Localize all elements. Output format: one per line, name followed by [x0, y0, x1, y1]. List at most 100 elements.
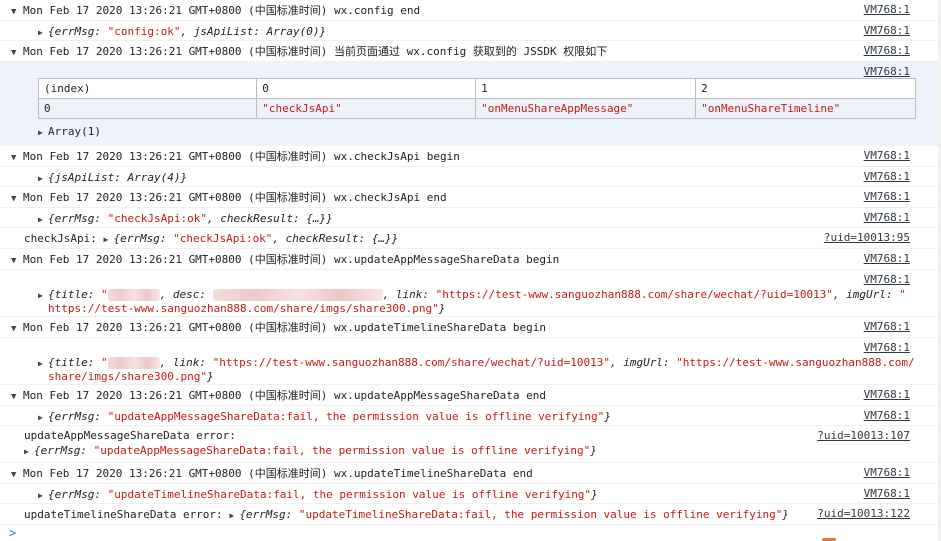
console-row-obj2: VM768:1 ▶ {title: ", desc: , link: "https:…	[0, 270, 941, 317]
array-label: Array(1)	[48, 125, 101, 138]
group-line[interactable]: ▼ Mon Feb 17 2020 13:26:21 GMT+0800 (中国标准…	[11, 253, 559, 268]
table-cell: "checkJsApi"	[256, 98, 477, 119]
object-line[interactable]: ▶ {errMsg: "config:ok", jsApiList: Array(…	[38, 25, 326, 40]
expand-triangle-icon[interactable]: ▶	[38, 26, 48, 40]
source-link[interactable]: VM768:1	[864, 341, 910, 355]
console-group-header[interactable]: ▼ Mon Feb 17 2020 13:26:21 GMT+0800 (中国标准…	[0, 385, 941, 406]
console-row-obj: ▶ {errMsg: "updateAppMessageShareData:fai…	[0, 406, 941, 426]
expand-triangle-icon[interactable]: ▶	[38, 289, 48, 303]
object-line[interactable]: ▶ {title: " , desc: , link: "https://test-…	[38, 288, 906, 303]
devtools-console: ▼ Mon Feb 17 2020 13:26:21 GMT+0800 (中国标准…	[0, 0, 941, 525]
source-link[interactable]: VM768:1	[864, 409, 910, 423]
console-row-log2: updateAppMessageShareData error: ▶ {errMsg…	[0, 426, 941, 463]
object-line[interactable]: ▶ {errMsg: "updateAppMessageShareData:fai…	[24, 444, 597, 459]
source-link[interactable]: VM768:1	[864, 252, 910, 266]
group-line[interactable]: ▼ Mon Feb 17 2020 13:26:21 GMT+0800 (中国标准…	[11, 191, 447, 206]
source-link[interactable]: VM768:1	[864, 149, 910, 163]
source-link[interactable]: VM768:1	[864, 190, 910, 204]
table-header-cell[interactable]: 1	[475, 78, 697, 99]
object-text: , link:	[159, 356, 213, 369]
source-link[interactable]: VM768:1	[864, 388, 910, 402]
table-header-cell[interactable]: 0	[256, 78, 477, 99]
source-link[interactable]: VM768:1	[864, 3, 910, 17]
expand-triangle-icon[interactable]: ▶	[38, 489, 48, 503]
collapse-triangle-icon[interactable]: ▼	[11, 46, 23, 60]
expand-triangle-icon[interactable]: ▶	[24, 445, 34, 459]
group-line[interactable]: ▼ Mon Feb 17 2020 13:26:21 GMT+0800 (中国标准…	[11, 467, 533, 482]
array-summary[interactable]: ▶ Array(1)	[38, 125, 101, 140]
object-text: , link:	[382, 288, 436, 301]
table-header-cell[interactable]: (index)	[37, 78, 258, 99]
group-title: Mon Feb 17 2020 13:26:21 GMT+0800 (中国标准时…	[23, 150, 460, 163]
object-text: {errMsg:	[113, 232, 174, 245]
source-link[interactable]: VM768:1	[864, 170, 910, 184]
console-group-header[interactable]: ▼ Mon Feb 17 2020 13:26:21 GMT+0800 (中国标准…	[0, 146, 941, 167]
console-row-obj: ▶ {errMsg: "checkJsApi:ok", checkResult: …	[0, 208, 941, 228]
collapse-triangle-icon[interactable]: ▼	[11, 151, 23, 165]
group-line[interactable]: ▼ Mon Feb 17 2020 13:26:21 GMT+0800 (中国标准…	[11, 4, 420, 19]
collapse-triangle-icon[interactable]: ▼	[11, 322, 23, 336]
table-cell: "onMenuShareTimeline"	[695, 98, 916, 119]
source-link[interactable]: VM768:1	[864, 466, 910, 480]
table-cell: 0	[37, 98, 258, 119]
group-title: Mon Feb 17 2020 13:26:21 GMT+0800 (中国标准时…	[23, 45, 608, 58]
group-line[interactable]: ▼ Mon Feb 17 2020 13:26:21 GMT+0800 (中国标准…	[11, 321, 546, 336]
string-value: "checkJsApi:ok"	[173, 232, 273, 245]
group-line[interactable]: ▼ Mon Feb 17 2020 13:26:21 GMT+0800 (中国标准…	[11, 389, 546, 404]
source-link[interactable]: VM768:1	[864, 44, 910, 58]
redacted-text	[107, 357, 160, 369]
expand-triangle-icon[interactable]: ▶	[38, 213, 48, 227]
expand-triangle-icon[interactable]: ▶	[38, 357, 48, 371]
source-link[interactable]: VM768:1	[864, 487, 910, 501]
expand-triangle-icon[interactable]: ▶	[229, 509, 239, 523]
object-line[interactable]: ▶ {errMsg: "updateAppMessageShareData:fai…	[38, 410, 611, 425]
source-link[interactable]: ?uid=10013:122	[817, 507, 910, 521]
expand-triangle-icon[interactable]: ▶	[38, 126, 48, 140]
object-text: , checkResult: {…}}	[206, 212, 333, 225]
console-group-header[interactable]: ▼ Mon Feb 17 2020 13:26:21 GMT+0800 (中国标准…	[0, 187, 941, 208]
console-row-log: checkJsApi: ▶ {errMsg: "checkJsApi:ok", c…	[0, 228, 941, 249]
source-link[interactable]: VM768:1	[864, 273, 910, 287]
source-link[interactable]: VM768:1	[864, 24, 910, 38]
object-text: {errMsg:	[48, 488, 108, 501]
redacted-text	[107, 289, 160, 301]
object-line[interactable]: ▶ {jsApiList: Array(4)}	[38, 171, 187, 186]
collapse-triangle-icon[interactable]: ▼	[11, 254, 23, 268]
console-prompt[interactable]: >	[9, 526, 16, 540]
object-line[interactable]: ▶ {errMsg: "checkJsApi:ok", checkResult: …	[38, 212, 333, 227]
source-link[interactable]: VM768:1	[864, 211, 910, 225]
table-cell: "onMenuShareAppMessage"	[475, 98, 697, 119]
console-row-table: VM768:1 (index) 0 1 2 0 "checkJsApi" "onMenuSha…	[0, 62, 941, 146]
console-row-obj: ▶ {errMsg: "updateTimelineShareData:fail,…	[0, 484, 941, 504]
object-line[interactable]: ▶ {errMsg: "updateTimelineShareData:fail,…	[38, 488, 598, 503]
group-line[interactable]: ▼ Mon Feb 17 2020 13:26:21 GMT+0800 (中国标准…	[11, 45, 607, 60]
expand-triangle-icon[interactable]: ▶	[103, 233, 113, 247]
log-line: checkJsApi: ▶ {errMsg: "checkJsApi:ok", c…	[24, 232, 398, 247]
expand-triangle-icon[interactable]: ▶	[38, 172, 48, 186]
console-group-header[interactable]: ▼ Mon Feb 17 2020 13:26:21 GMT+0800 (中国标准…	[0, 317, 941, 338]
console-group-header[interactable]: ▼ Mon Feb 17 2020 13:26:21 GMT+0800 (中国标准…	[0, 463, 941, 484]
object-line-continued: https://test-www.sanguozhan888.com/share…	[48, 302, 445, 316]
object-text: , jsApiList: Array(0)}	[180, 25, 327, 38]
object-line[interactable]: ▶ {title: " , link: "https://test-www.sang…	[38, 356, 915, 371]
console-row-obj: ▶ {jsApiList: Array(4)} VM768:1	[0, 167, 941, 187]
source-link[interactable]: VM768:1	[864, 320, 910, 334]
console-group-header[interactable]: ▼ Mon Feb 17 2020 13:26:21 GMT+0800 (中国标准…	[0, 41, 941, 62]
string-value: "https://test-www.sanguozhan888.com/	[676, 356, 915, 369]
console-group-header[interactable]: ▼ Mon Feb 17 2020 13:26:21 GMT+0800 (中国标准…	[0, 249, 941, 270]
source-link[interactable]: VM768:1	[864, 65, 910, 79]
collapse-triangle-icon[interactable]: ▼	[11, 5, 23, 19]
console-group-header[interactable]: ▼ Mon Feb 17 2020 13:26:21 GMT+0800 (中国标准…	[0, 0, 941, 21]
collapse-triangle-icon[interactable]: ▼	[11, 468, 23, 482]
object-text: }	[604, 410, 611, 423]
log-line: updateAppMessageShareData error:	[24, 429, 236, 443]
string-value: "checkJsApi:ok"	[107, 212, 207, 225]
source-link[interactable]: ?uid=10013:107	[817, 429, 910, 443]
collapse-triangle-icon[interactable]: ▼	[11, 390, 23, 404]
group-line[interactable]: ▼ Mon Feb 17 2020 13:26:21 GMT+0800 (中国标准…	[11, 150, 460, 165]
table-header-cell[interactable]: 2	[695, 78, 916, 99]
source-link[interactable]: ?uid=10013:95	[824, 231, 910, 245]
object-text: }	[782, 508, 789, 521]
expand-triangle-icon[interactable]: ▶	[38, 411, 48, 425]
collapse-triangle-icon[interactable]: ▼	[11, 192, 23, 206]
